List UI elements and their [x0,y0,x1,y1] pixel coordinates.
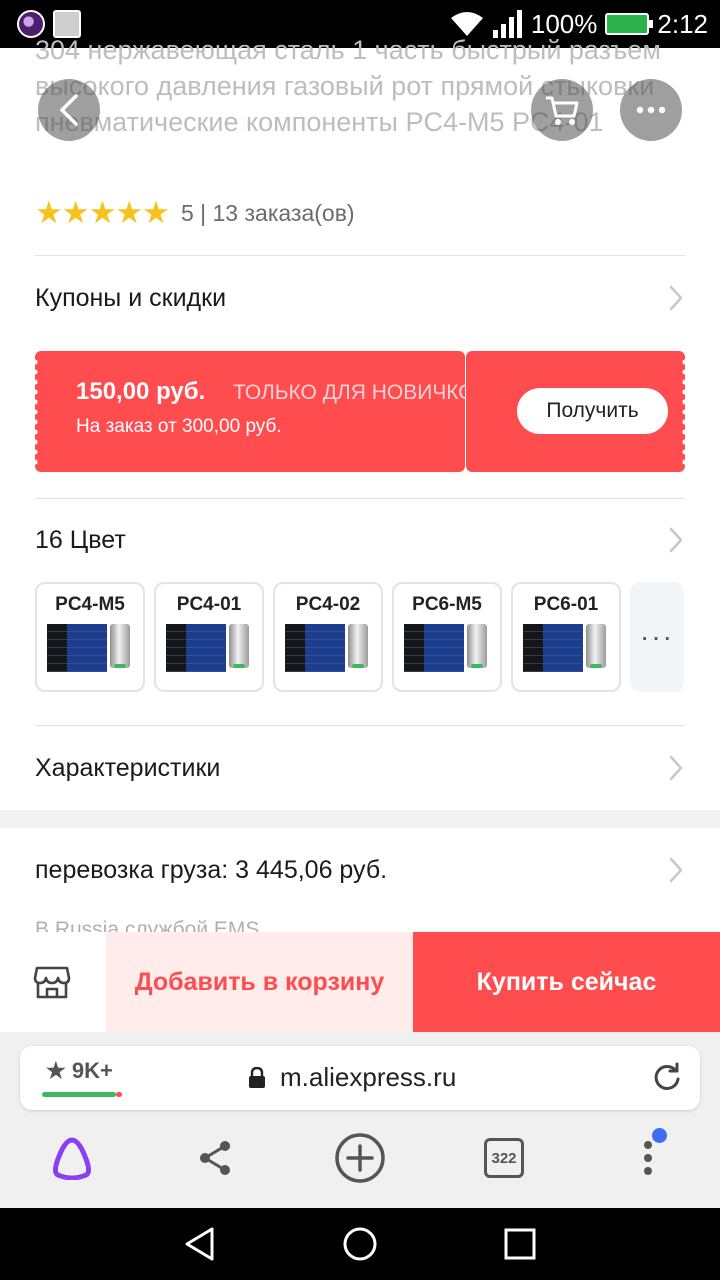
specs-label: Характеристики [35,753,221,782]
coupon-stub: Получить [466,351,685,472]
coupon-body: 150,00 руб. ТОЛЬКО ДЛЯ НОВИЧКОВ На заказ… [35,351,489,472]
more-variants-button[interactable]: ··· [630,582,684,692]
spec-table-thumb [404,624,464,672]
chevron-right-icon [669,285,683,311]
add-to-cart-button[interactable]: Добавить в корзину [106,932,413,1032]
coupon-edge [679,357,685,466]
spec-table-thumb [285,624,345,672]
browser-menu-button[interactable] [622,1132,674,1184]
cart-icon [546,96,579,125]
home-circle-icon[interactable] [342,1226,378,1262]
variant-label: PC4-M5 [55,594,125,615]
chevron-right-icon [669,755,683,781]
site-rating-bar [42,1092,122,1097]
variant-option[interactable]: PC4-M5 [35,582,145,692]
spec-table-thumb [166,624,226,672]
system-nav-bar [0,1208,720,1280]
color-label: 16 Цвет [35,525,126,554]
fitting-thumb [467,624,487,668]
store-icon[interactable] [33,964,71,1000]
color-row[interactable]: 16 Цвет [35,510,685,570]
spec-table-thumb [523,624,583,672]
coupon-edge [35,357,41,466]
share-button[interactable] [189,1132,241,1184]
variant-label: PC6-M5 [412,594,482,615]
divider [35,255,685,256]
alice-button[interactable] [46,1132,98,1184]
variant-label: PC6-01 [533,594,599,615]
chevron-left-icon [60,94,78,126]
shipping-row[interactable]: перевозка груза: 3 445,06 руб. [35,840,685,900]
recents-square-icon[interactable] [502,1226,538,1262]
coupons-label: Купоны и скидки [35,283,227,312]
coupon-amount: 150,00 руб. [76,378,206,405]
alice-icon [52,1137,92,1180]
divider [35,725,685,726]
variant-option[interactable]: PC4-02 [273,582,383,692]
variant-label: PC4-01 [176,594,242,615]
action-bar: Добавить в корзину Купить сейчас [0,932,720,1032]
vertical-ellipsis-icon [644,1141,652,1175]
fitting-thumb [586,624,606,668]
lock-icon [249,1066,265,1088]
chevron-right-icon [669,857,683,883]
variant-option[interactable]: PC6-01 [511,582,621,692]
coupon-tag: ТОЛЬКО ДЛЯ НОВИЧКОВ [233,381,489,404]
back-triangle-icon[interactable] [182,1226,218,1262]
address-bar[interactable]: ★ 9K+ m.aliexpress.ru [20,1046,700,1110]
specs-row[interactable]: Характеристики [35,738,685,798]
tabs-button[interactable]: 322 [478,1132,530,1184]
ellipsis-icon [636,106,666,114]
url-display[interactable]: m.aliexpress.ru [248,1062,456,1093]
fitting-thumb [348,624,368,668]
browser-toolbar: ★ 9K+ m.aliexpress.ru 322 [0,1032,720,1208]
shipping-label: перевозка груза: 3 445,06 руб. [35,855,388,884]
newcomer-coupon: 150,00 руб. ТОЛЬКО ДЛЯ НОВИЧКОВ На заказ… [35,351,685,472]
variant-option[interactable]: PC6-M5 [392,582,502,692]
section-gap [0,810,720,828]
rating-row[interactable]: ★★★★★ 5 | 13 заказа(ов) [35,193,355,233]
share-icon [200,1141,230,1175]
plus-circle-icon [335,1133,385,1183]
buy-now-button[interactable]: Купить сейчас [413,932,720,1032]
get-coupon-button[interactable]: Получить [517,388,668,434]
more-options-button[interactable] [620,79,682,141]
spec-table-thumb [47,624,107,672]
rating-text: 5 | 13 заказа(ов) [180,199,355,226]
new-tab-button[interactable] [334,1132,386,1184]
divider [35,498,685,499]
variant-list: PC4-M5 PC4-01 PC4-02 PC6-M5 PC6-01 ··· [35,582,684,692]
coupons-row[interactable]: Купоны и скидки [35,268,685,328]
tab-count: 322 [484,1138,524,1178]
reload-icon[interactable] [652,1062,682,1092]
notification-dot [652,1128,667,1143]
coupon-condition: На заказ от 300,00 руб. [76,416,282,437]
rating-stars: ★★★★★ [35,195,170,230]
variant-option[interactable]: PC4-01 [154,582,264,692]
site-rating[interactable]: ★ 9K+ [46,1058,113,1084]
url-text: m.aliexpress.ru [280,1062,457,1092]
back-button[interactable] [38,79,100,141]
chevron-right-icon [669,527,683,553]
fitting-thumb [229,624,249,668]
cart-button[interactable] [531,79,593,141]
variant-label: PC4-02 [295,594,361,615]
fitting-thumb [110,624,130,668]
